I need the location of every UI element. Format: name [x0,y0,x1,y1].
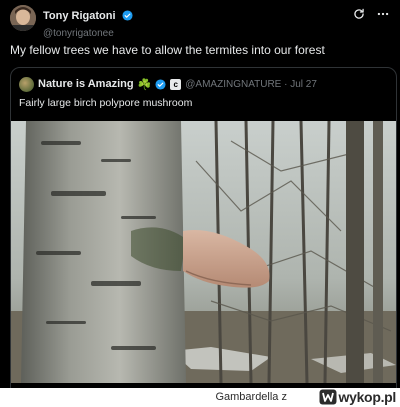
verified-badge-icon [122,8,133,26]
author-block: Tony Rigatoni @tonyrigatonee [43,6,133,39]
author-handle[interactable]: @tonyrigatonee [43,28,133,39]
more-icon[interactable] [376,7,390,21]
tweet-card: Tony Rigatoni @tonyrigatonee My fellow t… [0,0,400,388]
quoted-handle-date[interactable]: @AMAZINGNATURE · Jul 27 [185,79,317,90]
wykop-logo[interactable]: wykop.pl [319,389,397,405]
affiliate-badge-icon: c [170,78,182,90]
quoted-author-name[interactable]: Nature is Amazing [38,78,134,90]
quoted-tweet-header: Nature is Amazing ☘️ c @AMAZINGNATURE · … [19,76,317,92]
wykop-footer: Gambardella z wykop.pl [0,388,400,407]
tweet-header: Tony Rigatoni @tonyrigatonee [10,5,390,39]
quoted-tweet-text: Fairly large birch polypore mushroom [19,97,193,109]
footer-username-line: Gambardella z [215,391,287,403]
refresh-icon[interactable] [352,7,366,21]
mushroom-photo[interactable] [11,121,396,383]
quoted-tweet[interactable]: Nature is Amazing ☘️ c @AMAZINGNATURE · … [10,67,397,388]
author-name[interactable]: Tony Rigatoni [43,10,116,22]
tweet-text: My fellow trees we have to allow the ter… [10,43,325,57]
quoted-author-avatar[interactable] [19,76,34,92]
verified-badge-icon [155,78,166,90]
header-actions [352,7,390,21]
author-avatar[interactable] [10,5,36,31]
footer-separator: z [281,391,288,403]
footer-username[interactable]: Gambardella [215,391,278,403]
wykop-logo-icon [319,389,337,405]
footer-brand: wykop.pl [338,389,397,405]
shamrock-icon: ☘️ [137,78,152,91]
